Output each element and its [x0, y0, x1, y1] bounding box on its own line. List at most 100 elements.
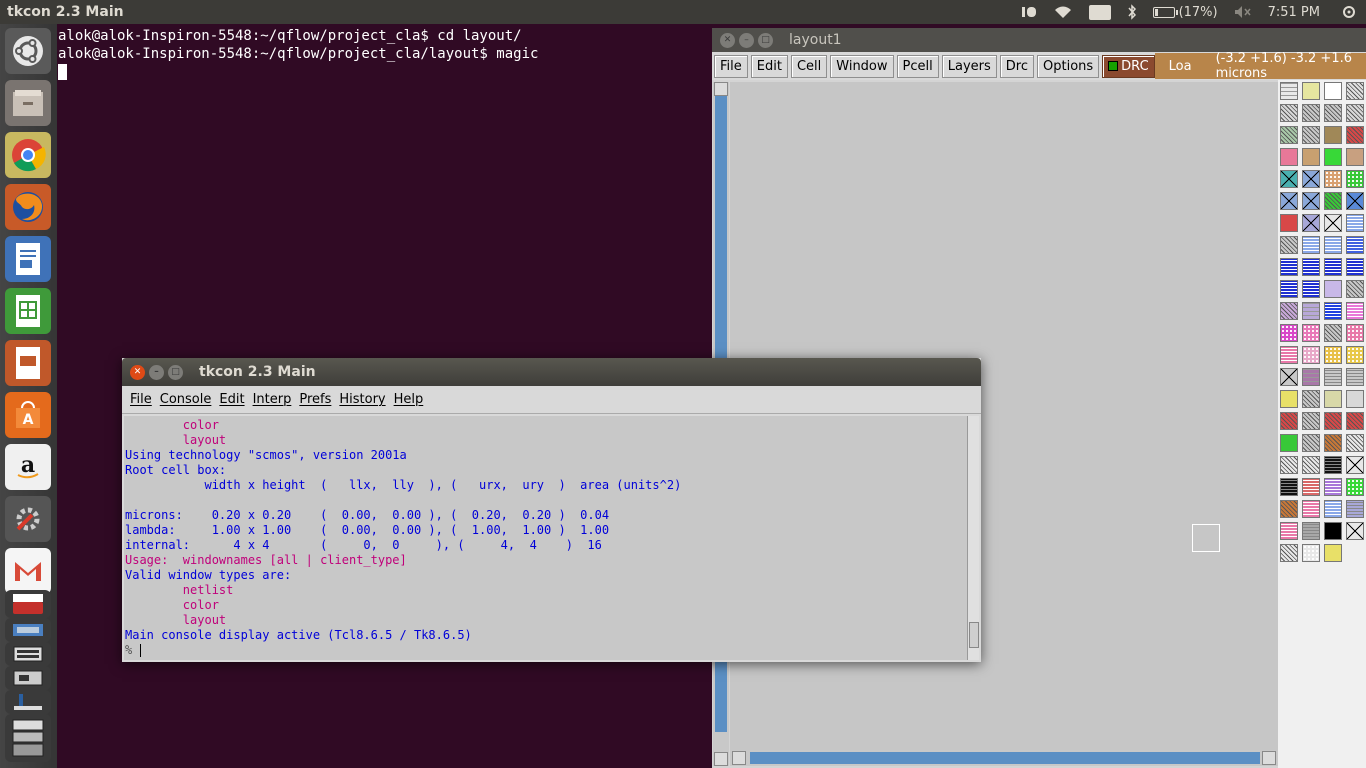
app-icon-4[interactable]: [5, 690, 51, 714]
layer-swatch[interactable]: [1280, 104, 1298, 122]
menu-layers[interactable]: Layers: [941, 54, 997, 78]
layer-swatch[interactable]: [1302, 324, 1320, 342]
layer-swatch[interactable]: [1302, 148, 1320, 166]
layer-swatch[interactable]: [1302, 280, 1320, 298]
layer-swatch[interactable]: [1324, 302, 1342, 320]
layer-swatch[interactable]: [1346, 390, 1364, 408]
layer-swatch[interactable]: [1280, 82, 1298, 100]
layer-swatch[interactable]: [1346, 148, 1364, 166]
ubuntu-dash-icon[interactable]: [5, 28, 51, 74]
scroll-down-button[interactable]: [714, 752, 728, 766]
wifi-icon[interactable]: [1053, 5, 1073, 19]
layer-swatch[interactable]: [1346, 368, 1364, 386]
layer-swatch[interactable]: [1346, 104, 1364, 122]
layout-horizontal-scrollbar[interactable]: [730, 750, 1278, 766]
layer-swatch[interactable]: [1302, 544, 1320, 562]
layer-swatch[interactable]: [1324, 478, 1342, 496]
layer-swatch[interactable]: [1302, 478, 1320, 496]
layer-swatch[interactable]: [1280, 280, 1298, 298]
layer-swatch[interactable]: [1302, 126, 1320, 144]
minimize-icon[interactable]: –: [739, 32, 754, 48]
layer-swatch[interactable]: [1324, 170, 1342, 188]
layer-swatch[interactable]: [1324, 126, 1342, 144]
layer-swatch[interactable]: [1324, 192, 1342, 210]
app-icon-1[interactable]: [5, 618, 51, 642]
menu-pcell[interactable]: Pcell: [896, 54, 939, 78]
layer-swatch[interactable]: [1302, 522, 1320, 540]
menu-edit[interactable]: Edit: [750, 54, 788, 78]
layer-swatch[interactable]: [1302, 82, 1320, 100]
layer-swatch[interactable]: [1346, 258, 1364, 276]
layer-swatch[interactable]: [1346, 500, 1364, 518]
layer-swatch[interactable]: [1324, 390, 1342, 408]
menu-file[interactable]: File: [714, 54, 748, 78]
close-icon[interactable]: ✕: [130, 364, 145, 380]
layer-swatch[interactable]: [1302, 258, 1320, 276]
menu-window[interactable]: Window: [830, 54, 894, 78]
layer-swatch[interactable]: [1280, 456, 1298, 474]
layer-swatch[interactable]: [1302, 236, 1320, 254]
tkcon-console[interactable]: color layout Using technology "scmos", ve…: [124, 416, 967, 660]
layer-swatch[interactable]: [1280, 544, 1298, 562]
layer-swatch[interactable]: [1302, 170, 1320, 188]
tkcon-menu-history[interactable]: History: [339, 392, 385, 407]
tkcon-scroll-thumb[interactable]: [969, 622, 979, 648]
layer-swatch[interactable]: [1324, 236, 1342, 254]
maximize-icon[interactable]: □: [168, 364, 183, 380]
layer-swatch[interactable]: [1346, 434, 1364, 452]
amazon-icon[interactable]: a: [5, 444, 51, 490]
layer-swatch[interactable]: [1302, 390, 1320, 408]
app-icon-5[interactable]: [5, 714, 51, 762]
layer-swatch[interactable]: [1280, 236, 1298, 254]
layer-swatch[interactable]: [1346, 302, 1364, 320]
layer-swatch[interactable]: [1324, 346, 1342, 364]
layer-swatch[interactable]: [1280, 126, 1298, 144]
layer-swatch[interactable]: [1324, 214, 1342, 232]
layer-swatch[interactable]: [1324, 148, 1342, 166]
layer-swatch[interactable]: [1280, 500, 1298, 518]
tkcon-menu-help[interactable]: Help: [394, 392, 424, 407]
layer-swatch[interactable]: [1302, 368, 1320, 386]
layer-swatch[interactable]: [1280, 368, 1298, 386]
layer-swatch[interactable]: [1324, 82, 1342, 100]
layer-swatch[interactable]: [1302, 500, 1320, 518]
scroll-up-button[interactable]: [714, 82, 728, 96]
layer-swatch[interactable]: [1346, 456, 1364, 474]
youtube-icon[interactable]: [5, 590, 51, 618]
menu-drc[interactable]: Drc: [999, 54, 1034, 78]
layer-swatch[interactable]: [1324, 324, 1342, 342]
impress-icon[interactable]: [5, 340, 51, 386]
layer-swatch[interactable]: [1324, 522, 1342, 540]
tkcon-menu-interp[interactable]: Interp: [253, 392, 292, 407]
close-icon[interactable]: ✕: [720, 32, 735, 48]
layer-swatch[interactable]: [1346, 412, 1364, 430]
drc-status-button[interactable]: DRC: [1102, 54, 1155, 78]
layer-swatch[interactable]: [1302, 412, 1320, 430]
layer-swatch[interactable]: [1346, 214, 1364, 232]
layer-swatch[interactable]: [1280, 324, 1298, 342]
layer-swatch[interactable]: [1324, 500, 1342, 518]
tkcon-scrollbar[interactable]: [967, 416, 979, 660]
menu-cell[interactable]: Cell: [790, 54, 828, 78]
layer-swatch[interactable]: [1346, 236, 1364, 254]
layer-swatch[interactable]: [1302, 346, 1320, 364]
layer-swatch[interactable]: [1346, 192, 1364, 210]
layer-swatch[interactable]: [1280, 522, 1298, 540]
volume-muted-icon[interactable]: [1234, 5, 1252, 19]
menu-options[interactable]: Options: [1037, 54, 1100, 78]
software-center-icon[interactable]: A: [5, 392, 51, 438]
settings-icon[interactable]: [5, 496, 51, 542]
horizontal-scroll-thumb[interactable]: [750, 752, 1260, 764]
maximize-icon[interactable]: □: [758, 32, 773, 48]
layer-swatch[interactable]: [1302, 214, 1320, 232]
app-icon-2[interactable]: [5, 642, 51, 666]
keyboard-indicator-icon[interactable]: [1021, 5, 1037, 19]
layer-swatch[interactable]: [1346, 324, 1364, 342]
calc-icon[interactable]: [5, 288, 51, 334]
scroll-right-button[interactable]: [1262, 751, 1276, 765]
layer-swatch[interactable]: [1346, 280, 1364, 298]
tkcon-menu-file[interactable]: File: [130, 392, 152, 407]
layer-swatch[interactable]: [1346, 82, 1364, 100]
layer-swatch[interactable]: [1324, 104, 1342, 122]
app-icon-3[interactable]: [5, 666, 51, 690]
